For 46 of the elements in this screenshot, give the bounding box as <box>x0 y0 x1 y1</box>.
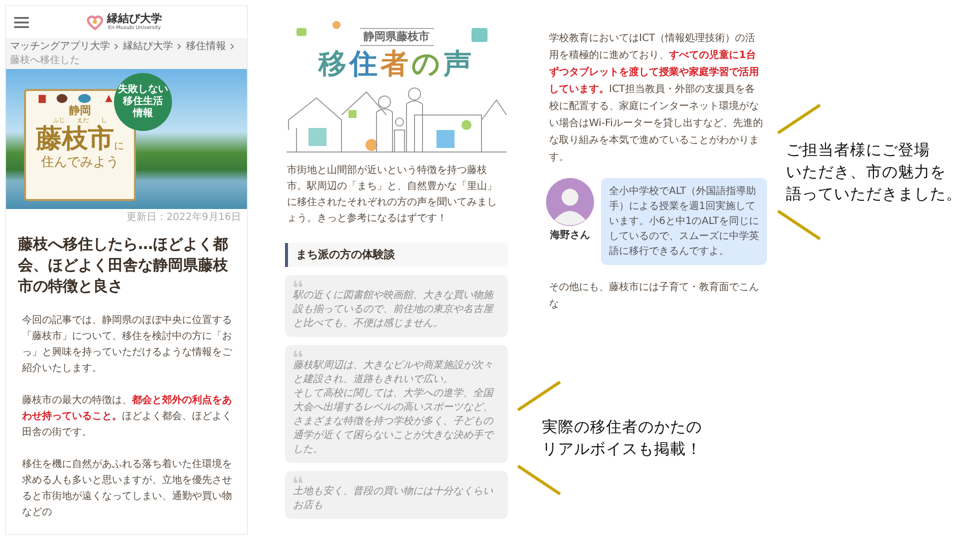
body-paragraph: 移住を機に自然があふれる落ち着いた住環境を求める人も多いと思いますが、立地を優先させると市街地が遠くなってしまい、通勤や買い物などの <box>22 458 233 520</box>
callout-text: いただき、市の魅力を <box>786 162 946 183</box>
quote-text: 藤枝駅周辺は、大きなビルや商業施設が次々と建設され、道路もきれいで広い。 <box>293 359 494 387</box>
body-paragraph: 学校教育においてはICT（情報処理技術）の活用を積極的に進めており、すべての児童に1台ずつタブレットを渡して授業や家庭学習で活用しています。ICT担当教員・外部の支援員を各校に配置する、家庭にインターネット環境がない場合はWi-Fiルーターを貸し出すなど、先進的な取り組みを本気で進めていることがわかります。 <box>549 32 763 165</box>
accent-stroke <box>776 209 822 241</box>
callout-text: リアルボイスも掲載！ <box>542 439 702 460</box>
chevron-icon <box>230 43 235 50</box>
banner-title: 移住者の声 <box>318 46 474 82</box>
prefecture-label: 静岡 <box>69 104 91 117</box>
callout-text: ご担当者様にご登場 <box>786 140 930 161</box>
breadcrumb-link[interactable]: 移住情報 <box>186 40 226 53</box>
quote-text: そして高校に関しては、大学への進学、全国大会へ出場するレベルの高いスポーツなど、さまざまな特徴を持つ学校が多く、子どもの通学が近くて困らないことが大きな決め手でした。 <box>293 387 496 457</box>
accent-stroke <box>516 380 562 412</box>
quote-icon <box>293 280 303 287</box>
avatar-silhouette-icon <box>546 178 594 226</box>
badge-text: 情報 <box>133 108 153 120</box>
body-paragraph: 今回の記事では、静岡県のほぼ中央に位置する「藤枝市」について、移住を検討中の方に「おっ」と興味を持っていただけるような情報をご紹介いたします。 <box>22 314 233 376</box>
city-suffix: に <box>114 140 124 154</box>
speech-bubble: 全小中学校でALT（外国語指導助手）による授業を週1回実施しています。小6と中1のALTを同じにしているので、スムーズに中学英語に移行できるんですよ。 <box>601 178 767 265</box>
breadcrumb-link[interactable]: マッチングアプリ大学 <box>10 40 110 53</box>
article-title: 藤枝へ移住したら…ほどよく都会、ほどよく田舎な静岡県藤枝市の特徴と良さ <box>18 234 229 297</box>
intro-paragraph: 市街地と山間部が近いという特徴を持つ藤枝市。駅周辺の「まち」と、自然豊かな「里山」に移住されたそれぞれの方の声を聞いてみましょう。きっと参考になるはずです！ <box>287 164 498 226</box>
accent-stroke <box>776 103 822 135</box>
chevron-icon <box>114 43 119 50</box>
quote-text: 駅の近くに図書館や映画館、大きな買い物施設も揃っているので、前住地の東京や名古屋と比べても、不便は感じません。 <box>293 289 496 331</box>
logo-name: 縁結び大学 <box>107 13 162 26</box>
badge-text: 失敗しない <box>118 84 168 96</box>
breadcrumb-link[interactable]: 縁結び大学 <box>123 40 173 53</box>
section-heading: まち派の方の体験談 <box>285 243 508 267</box>
city-name: 藤枝市 <box>36 124 114 154</box>
accent-stroke <box>516 464 562 496</box>
tagline: 住んでみよう <box>41 154 119 172</box>
heart-logo-icon <box>87 14 103 30</box>
badge-text: 移住生活 <box>123 96 163 108</box>
quote-icon <box>293 476 303 483</box>
body-paragraph: 藤枝市の最大の特徴は、都会と郊外の利点をあわせ持っていること。ほどよく都会、ほどよく田舎の街です。 <box>22 394 233 440</box>
speaker-name: 海野さん <box>550 228 590 242</box>
callout-text: 語っていただきました。 <box>786 184 962 205</box>
body-paragraph: その他にも、藤枝市には子育て・教育面でこんな <box>549 280 760 312</box>
quote-text: 土地も安く、普段の買い物には十分なくらいお店も <box>293 485 494 513</box>
quote-icon <box>293 350 303 357</box>
update-date: 更新日：2022年9月16日 <box>126 212 241 224</box>
callout-text: 実際の移住者のかたの <box>542 417 702 438</box>
chevron-icon <box>177 43 182 50</box>
menu-icon[interactable] <box>14 16 29 28</box>
banner-subtitle: 静岡県藤枝市 <box>360 28 434 46</box>
